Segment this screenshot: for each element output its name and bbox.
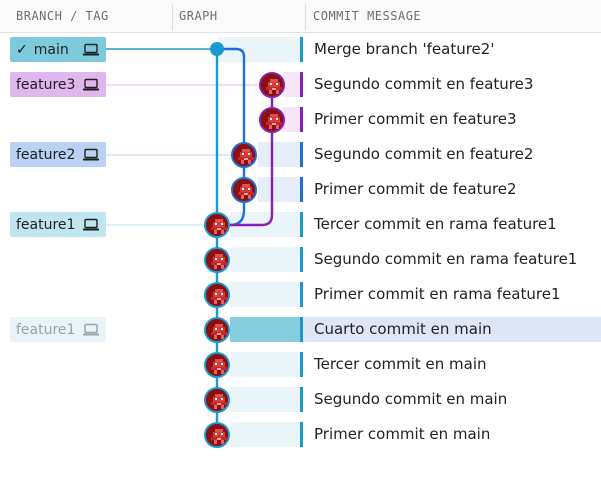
- branch-label: feature3: [16, 76, 76, 93]
- feature2-lane-line: [217, 47, 246, 190]
- commit-message[interactable]: Primer commit de feature2: [314, 177, 517, 202]
- commit-message[interactable]: Primer commit en main: [314, 422, 490, 447]
- commit-avatar-icon[interactable]: [204, 387, 230, 413]
- commit-message[interactable]: Segundo commit en main: [314, 387, 507, 412]
- commit-message[interactable]: Cuarto commit en main: [314, 317, 492, 342]
- laptop-icon: [83, 148, 99, 160]
- commit-avatar-icon[interactable]: [204, 352, 230, 378]
- commit-avatar-icon[interactable]: [204, 422, 230, 448]
- commit-message[interactable]: Primer commit en feature3: [314, 107, 517, 132]
- commit-message[interactable]: Segundo commit en feature3: [314, 72, 533, 97]
- commit-message[interactable]: Primer commit en rama feature1: [314, 282, 561, 307]
- branch-label: main: [33, 41, 69, 58]
- merge-commit-dot[interactable]: [210, 42, 224, 56]
- branch-pill-feature3[interactable]: feature3: [10, 72, 106, 97]
- commit-avatar-icon[interactable]: [231, 177, 257, 203]
- commit-avatar-icon[interactable]: [204, 212, 230, 238]
- commit-avatar-icon[interactable]: [204, 317, 230, 343]
- commit-avatar-icon[interactable]: [259, 107, 285, 133]
- commit-message[interactable]: Tercer commit en rama feature1: [314, 212, 557, 237]
- commit-avatar-icon[interactable]: [231, 142, 257, 168]
- branch-label: feature2: [16, 146, 76, 163]
- commit-message[interactable]: Segundo commit en rama feature1: [314, 247, 577, 272]
- commit-message[interactable]: Tercer commit en main: [314, 352, 487, 377]
- commit-avatar-icon[interactable]: [204, 247, 230, 273]
- laptop-icon: [83, 323, 99, 335]
- laptop-icon: [83, 43, 99, 55]
- branch-pill-feature2[interactable]: feature2: [10, 142, 106, 167]
- branch-pill-feature1[interactable]: feature1: [10, 212, 106, 237]
- commit-message[interactable]: Merge branch 'feature2': [314, 37, 494, 62]
- branch-label: feature1: [16, 321, 76, 338]
- branch-pill-feature1-ghost[interactable]: feature1: [10, 317, 106, 342]
- laptop-icon: [83, 218, 99, 230]
- branch-pill-main[interactable]: ✓ main: [10, 37, 106, 62]
- commit-avatar-icon[interactable]: [204, 282, 230, 308]
- branch-label: feature1: [16, 216, 76, 233]
- laptop-icon: [83, 78, 99, 90]
- check-icon: ✓: [16, 41, 28, 58]
- commit-avatar-icon[interactable]: [259, 72, 285, 98]
- commit-message[interactable]: Segundo commit en feature2: [314, 142, 533, 167]
